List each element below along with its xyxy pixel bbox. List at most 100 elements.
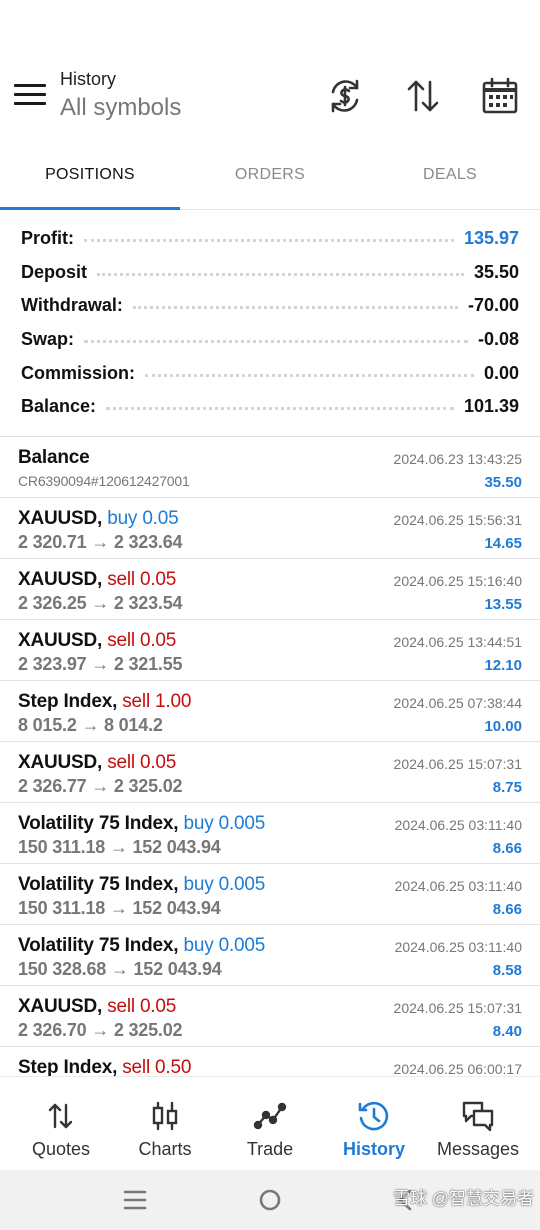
tab-deals[interactable]: DEALS <box>360 150 540 210</box>
deal-time: 2024.06.25 06:00:17 <box>393 1061 522 1076</box>
dotted-leader <box>132 306 458 310</box>
deal-row[interactable]: Step Index, sell 0.50 2024.06.25 06:00:17 <box>0 1047 540 1076</box>
deal-time: 2024.06.25 15:56:31 <box>393 512 522 528</box>
deal-title: Step Index, sell 0.50 <box>18 1057 191 1076</box>
nav-label: Quotes <box>31 1139 91 1159</box>
deal-title: XAUUSD, sell 0.05 <box>18 630 176 652</box>
nav-history[interactable]: History <box>320 1077 428 1171</box>
deal-row[interactable]: XAUUSD, sell 0.05 2 326.77 → 2 325.02 2024… <box>0 742 540 803</box>
nav-quotes[interactable]: Quotes <box>7 1077 115 1171</box>
deal-prices: 150 328.68 → 152 043.94 <box>18 959 222 979</box>
deal-symbol: Volatility 75 Index, <box>18 813 179 834</box>
tab-orders[interactable]: ORDERS <box>180 150 360 210</box>
dotted-leader <box>97 272 464 276</box>
deal-symbol: Balance <box>18 447 90 468</box>
deal-time: 2024.06.23 13:43:25 <box>393 451 522 467</box>
app-header: History All symbols <box>0 62 540 138</box>
nav-trade[interactable]: Trade <box>216 1077 324 1171</box>
deal-title: XAUUSD, sell 0.05 <box>18 569 176 591</box>
deal-row[interactable]: XAUUSD, sell 0.05 2 326.25 → 2 323.54 2024… <box>0 559 540 620</box>
nav-label: Trade <box>246 1139 294 1159</box>
deal-row[interactable]: XAUUSD, buy 0.05 2 320.71 → 2 323.64 2024.… <box>0 498 540 559</box>
deal-profit: 10.00 <box>484 718 522 735</box>
deal-title: Volatility 75 Index, buy 0.005 <box>18 874 265 896</box>
currency-exchange-icon[interactable] <box>325 76 365 116</box>
status-bar <box>0 0 540 62</box>
deal-prices: CR6390094#120612427001 <box>18 473 190 489</box>
bottom-navigation: Quotes Charts Trade History Messages <box>0 1076 540 1170</box>
nav-charts[interactable]: Charts <box>111 1077 219 1171</box>
deal-symbol: Volatility 75 Index, <box>18 874 179 895</box>
calendar-icon[interactable] <box>480 76 520 116</box>
deal-profit: 35.50 <box>484 474 522 491</box>
deal-time: 2024.06.25 15:16:40 <box>393 573 522 589</box>
deal-row[interactable]: Balance CR6390094#120612427001 2024.06.23… <box>0 437 540 498</box>
deal-prices: 2 323.97 → 2 321.55 <box>18 654 183 674</box>
deal-symbol: Step Index, <box>18 1057 118 1076</box>
sort-icon[interactable] <box>403 76 443 116</box>
deal-type: sell 0.50 <box>122 1057 192 1076</box>
deal-prices: 2 326.70 → 2 325.02 <box>18 1020 183 1040</box>
page-title: History <box>60 69 117 89</box>
deal-row[interactable]: Volatility 75 Index, buy 0.005 150 311.18… <box>0 864 540 925</box>
summary-value: 101.39 <box>463 396 519 417</box>
deal-profit: 13.55 <box>484 596 522 613</box>
recent-apps-icon[interactable] <box>117 1182 153 1218</box>
dotted-leader <box>84 340 468 344</box>
title-block[interactable]: History All symbols <box>60 68 181 124</box>
system-navigation-bar: 雪球 @智慧交易者 <box>0 1170 540 1230</box>
deal-type: buy 0.005 <box>183 813 266 834</box>
deal-title: Step Index, sell 1.00 <box>18 691 191 713</box>
deal-profit: 8.40 <box>492 1023 522 1040</box>
deal-time: 2024.06.25 15:07:31 <box>393 1000 522 1016</box>
deal-title: XAUUSD, buy 0.05 <box>18 508 179 530</box>
deal-title: Balance <box>18 447 90 469</box>
summary-label: Deposit <box>21 261 88 282</box>
deal-prices: 2 326.77 → 2 325.02 <box>18 776 183 796</box>
deal-title: XAUUSD, sell 0.05 <box>18 752 176 774</box>
deal-type: sell 0.05 <box>107 996 177 1017</box>
deal-symbol: XAUUSD, <box>18 996 103 1017</box>
home-icon[interactable] <box>252 1182 288 1218</box>
deal-prices: 150 311.18 → 152 043.94 <box>18 898 221 918</box>
watermark: 雪球 @智慧交易者 <box>393 1189 534 1208</box>
deal-row[interactable]: XAUUSD, sell 0.05 2 326.70 → 2 325.02 2024… <box>0 986 540 1047</box>
summary-value: -70.00 <box>467 295 519 316</box>
summary-label: Profit: <box>21 228 74 249</box>
deal-type: sell 0.05 <box>107 752 177 773</box>
summary-row-balance: Balance: 101.39 <box>0 390 540 424</box>
deal-time: 2024.06.25 13:44:51 <box>393 634 522 650</box>
deal-type: buy 0.005 <box>183 874 266 895</box>
hamburger-menu-icon[interactable] <box>14 84 46 110</box>
deal-title: Volatility 75 Index, buy 0.005 <box>18 813 265 835</box>
deal-title: XAUUSD, sell 0.05 <box>18 996 176 1018</box>
summary-row-deposit: Deposit 35.50 <box>0 256 540 290</box>
dotted-leader <box>84 239 454 243</box>
summary-label: Balance: <box>21 396 97 417</box>
summary-row-profit: Profit: 135.97 <box>0 222 540 256</box>
nav-messages[interactable]: Messages <box>424 1077 532 1171</box>
dotted-leader <box>145 373 474 377</box>
deal-time: 2024.06.25 03:11:40 <box>394 878 522 894</box>
deal-symbol: XAUUSD, <box>18 569 103 590</box>
deal-row[interactable]: Step Index, sell 1.00 8 015.2 → 8 014.2 20… <box>0 681 540 742</box>
deal-row[interactable]: Volatility 75 Index, buy 0.005 150 311.18… <box>0 803 540 864</box>
tab-bar: POSITIONS ORDERS DEALS <box>0 150 540 210</box>
summary-row-withdrawal: Withdrawal: -70.00 <box>0 289 540 323</box>
deal-type: sell 0.05 <box>107 569 177 590</box>
messages-icon <box>424 1099 532 1133</box>
summary-value: 0.00 <box>483 362 519 383</box>
deal-symbol: Step Index, <box>18 691 118 712</box>
summary-label: Commission: <box>21 362 136 383</box>
deal-row[interactable]: XAUUSD, sell 0.05 2 323.97 → 2 321.55 2024… <box>0 620 540 681</box>
tab-positions[interactable]: POSITIONS <box>0 150 180 210</box>
deal-prices: 8 015.2 → 8 014.2 <box>18 715 163 735</box>
candlestick-icon <box>111 1099 219 1133</box>
active-tab-indicator <box>0 207 180 210</box>
summary-label: Swap: <box>21 329 75 350</box>
summary-row-commission: Commission: 0.00 <box>0 356 540 390</box>
deals-list[interactable]: Balance CR6390094#120612427001 2024.06.23… <box>0 436 540 1076</box>
summary-value: 135.97 <box>463 228 519 249</box>
deal-time: 2024.06.25 07:38:44 <box>393 695 522 711</box>
deal-row[interactable]: Volatility 75 Index, buy 0.005 150 328.68… <box>0 925 540 986</box>
